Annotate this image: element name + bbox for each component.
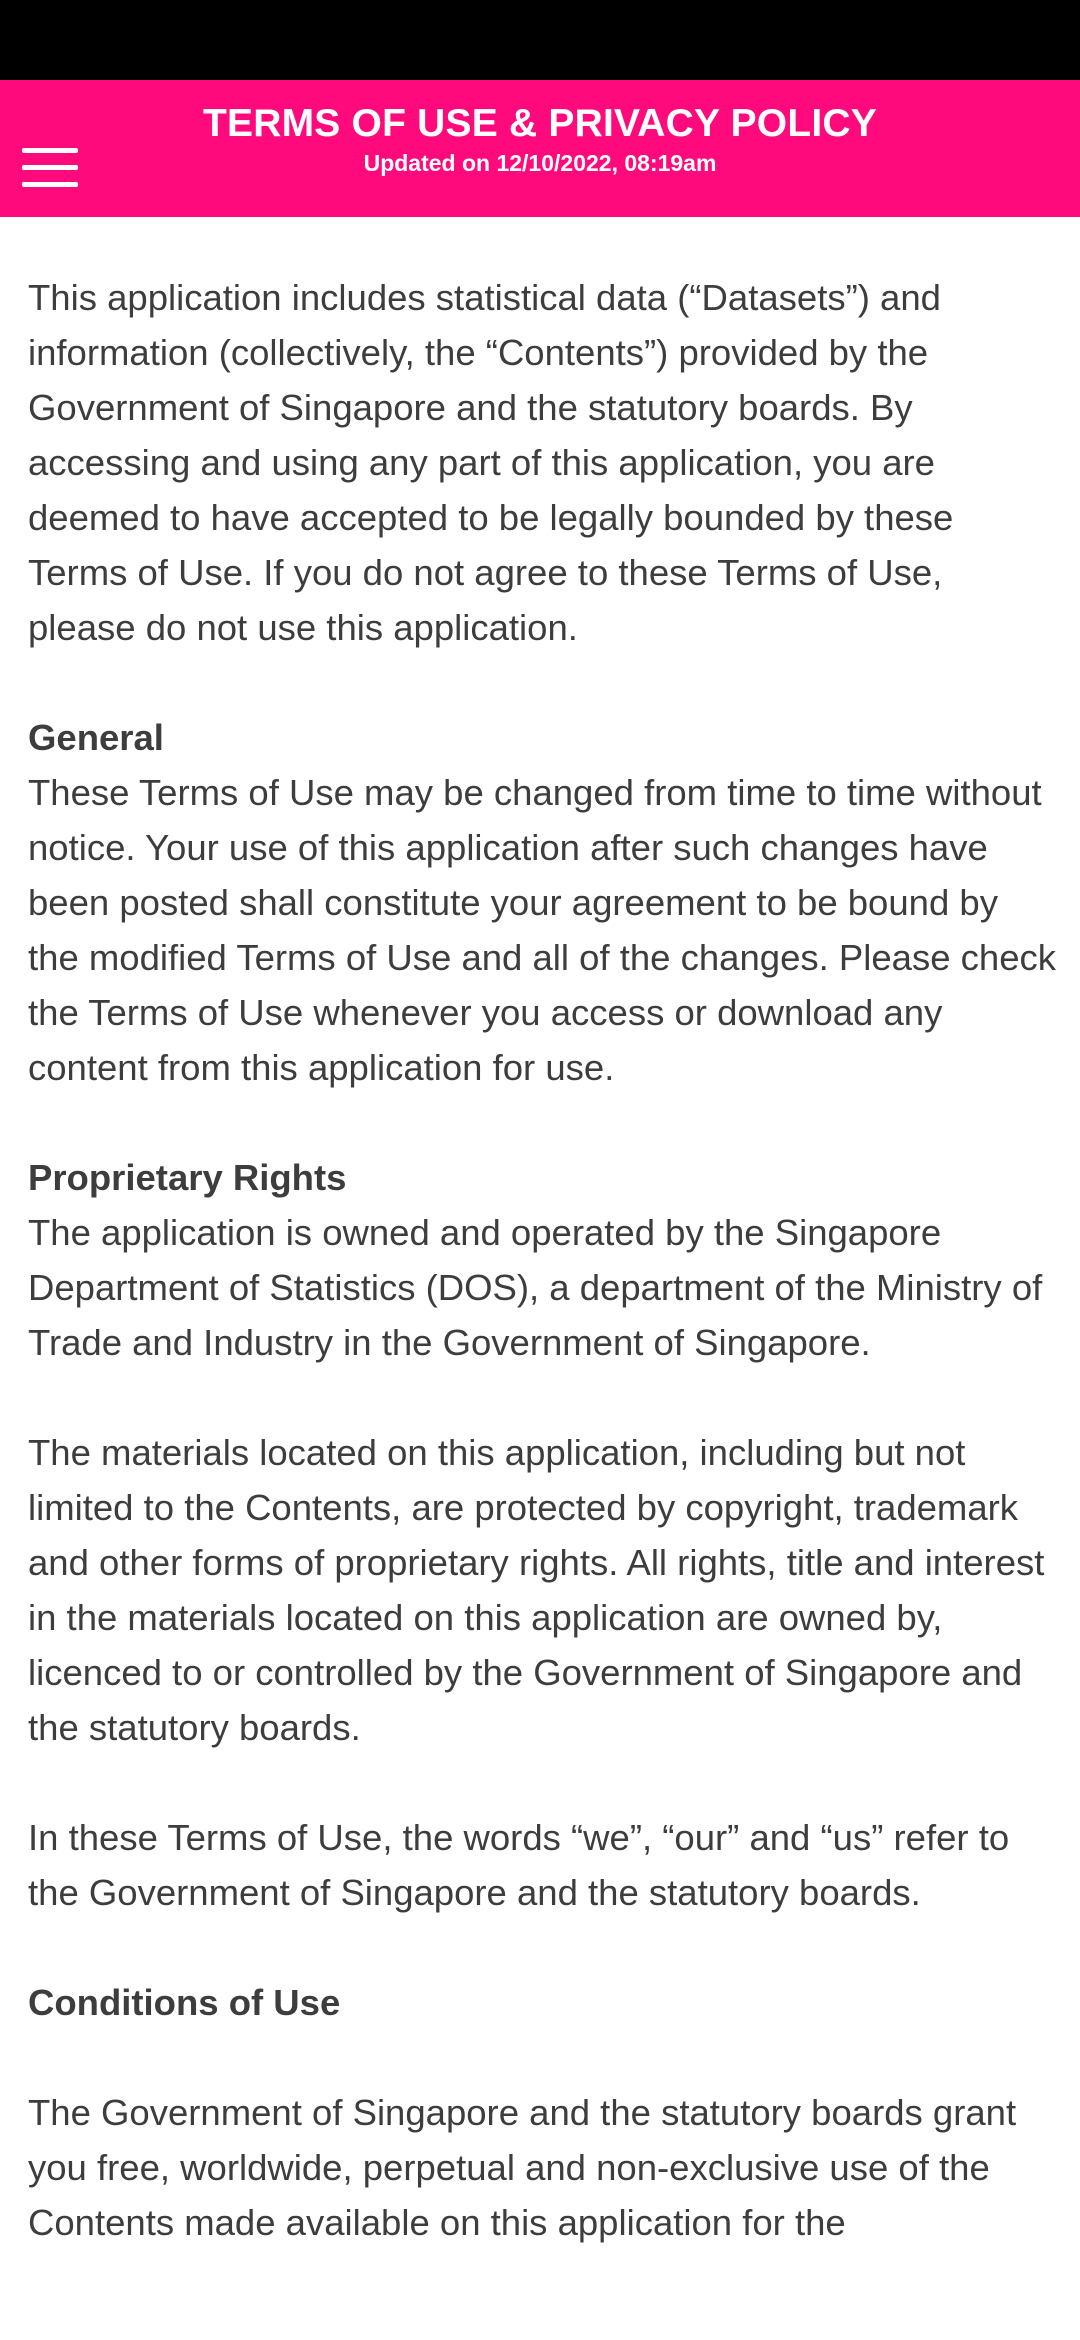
intro-paragraph: This application includes statistical da… xyxy=(28,277,954,648)
section-heading-proprietary-rights: Proprietary Rights xyxy=(28,1157,347,1198)
conditions-paragraph: The Government of Singapore and the stat… xyxy=(28,2092,1017,2243)
page-title: TERMS OF USE & PRIVACY POLICY xyxy=(203,102,877,145)
menu-button[interactable] xyxy=(14,132,84,204)
section-heading-conditions-of-use: Conditions of Use xyxy=(28,1982,341,2023)
terms-content[interactable]: This application includes statistical da… xyxy=(28,270,1056,2305)
updated-timestamp: Updated on 12/10/2022, 08:19am xyxy=(363,150,717,176)
header-title-block: TERMS OF USE & PRIVACY POLICY Updated on… xyxy=(100,100,980,178)
section-heading-general: General xyxy=(28,717,164,758)
hamburger-menu-icon xyxy=(22,148,78,188)
general-paragraph: These Terms of Use may be changed from t… xyxy=(28,772,1056,1088)
status-bar xyxy=(0,0,1080,80)
proprietary-paragraph-2: The materials located on this applicatio… xyxy=(28,1432,1045,1748)
proprietary-paragraph-3: In these Terms of Use, the words “we”, “… xyxy=(28,1817,1010,1913)
proprietary-paragraph-1: The application is owned and operated by… xyxy=(28,1212,1043,1363)
